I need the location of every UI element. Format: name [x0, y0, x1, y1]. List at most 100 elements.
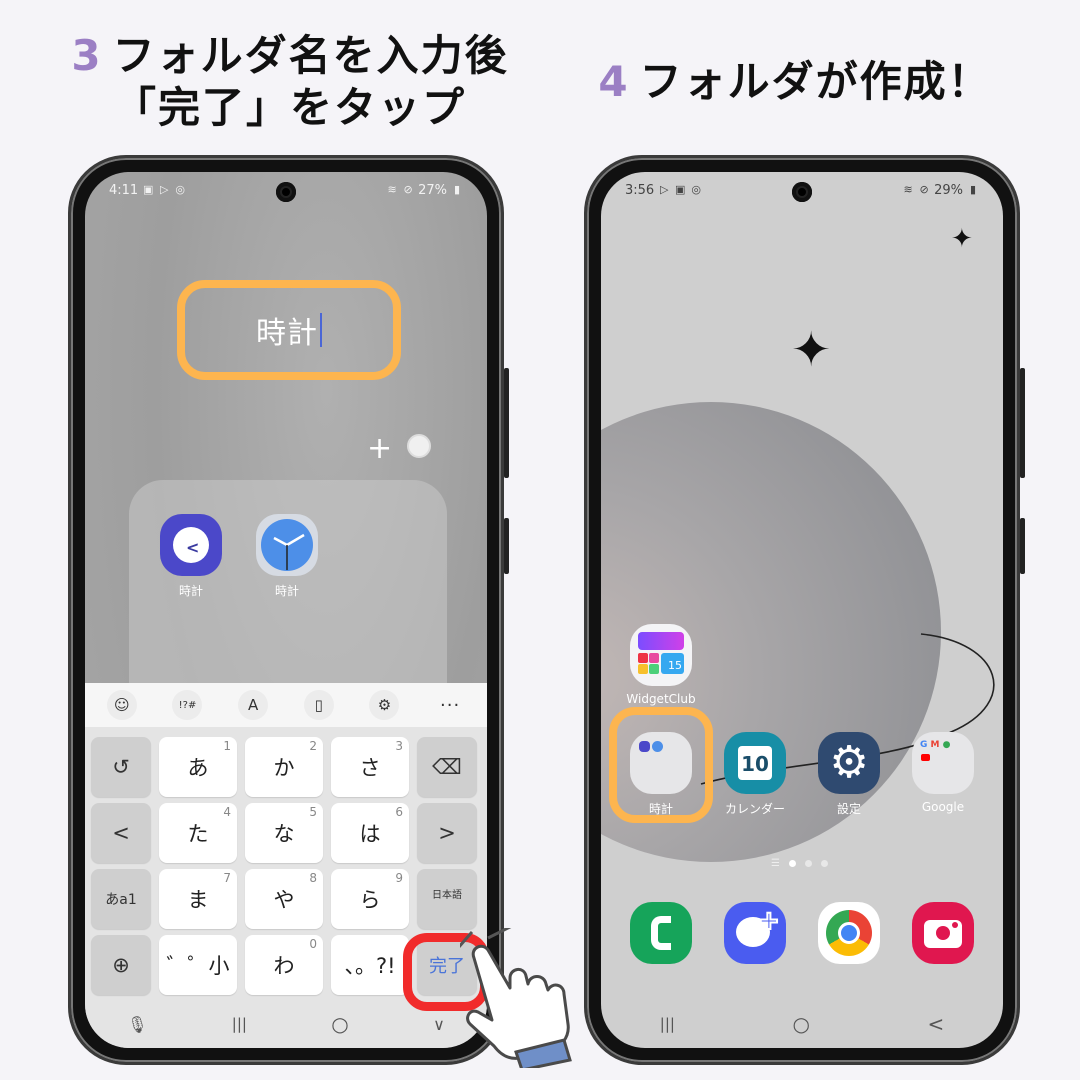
key-4[interactable]: た4: [159, 803, 237, 863]
samsung-clock-icon: <: [160, 514, 222, 576]
key-6[interactable]: は6: [331, 803, 409, 863]
status-bar: 3:56 ▷ ▣ ◎ ≋ ⊘ 29% ▮: [601, 178, 1003, 202]
app-calendar[interactable]: 10 カレンダー: [711, 732, 799, 817]
key-label: は: [359, 822, 381, 846]
status-bar: 4:11 ▣ ▷ ◎ ≋ ⊘ 27% ▮: [85, 178, 487, 202]
app-chrome[interactable]: [805, 902, 893, 964]
page-dot-home[interactable]: [788, 860, 796, 867]
language-key[interactable]: ⊕: [91, 935, 151, 995]
add-app-button[interactable]: +: [367, 434, 392, 464]
key-symbol[interactable]: 、。?!: [331, 935, 409, 995]
app-phone[interactable]: [617, 902, 705, 964]
battery-icon: ▮: [969, 183, 977, 196]
home-button[interactable]: ○: [331, 1012, 348, 1036]
app-label: カレンダー: [724, 802, 785, 816]
clipboard-icon[interactable]: ▯: [303, 690, 334, 720]
home-button[interactable]: ○: [792, 1012, 809, 1036]
power-button: [1020, 518, 1025, 574]
folder-clock[interactable]: 時計: [617, 732, 705, 817]
key-number: 1: [223, 739, 231, 753]
app-label: 設定: [836, 802, 861, 816]
key-label: や: [273, 888, 295, 912]
key-7[interactable]: ま7: [159, 869, 237, 929]
status-time: 4:11: [109, 182, 139, 198]
battery-icon: ▮: [453, 183, 461, 196]
app-google-clock[interactable]: 時計: [247, 514, 327, 599]
key-2[interactable]: か2: [245, 737, 323, 797]
recents-button[interactable]: |||: [660, 1015, 675, 1033]
key-label: ⊕: [112, 953, 130, 977]
mic-icon[interactable]: 🎙: [127, 1015, 147, 1034]
key-label: わ: [273, 954, 295, 978]
key-label: さ: [359, 756, 381, 780]
step-4-heading: 4 フォルダが作成！: [570, 56, 1020, 108]
widgetclub-icon: 15: [630, 624, 692, 686]
cursor-left-key[interactable]: <: [91, 803, 151, 863]
step-title-line2: 「完了」をタップ: [113, 83, 466, 132]
key-1[interactable]: あ1: [159, 737, 237, 797]
folder-name-input[interactable]: 時計: [177, 280, 401, 380]
folder-label: 時計: [648, 802, 673, 816]
emoji-icon[interactable]: ☺: [106, 690, 137, 720]
folder-google[interactable]: G M ● Google: [899, 732, 987, 814]
key-label: 日本語: [432, 889, 462, 901]
folder-icon: [630, 732, 692, 794]
volume-button: [1020, 368, 1025, 478]
step-number: 3: [71, 31, 103, 80]
page-dot[interactable]: [804, 860, 812, 867]
phone-left: 4:11 ▣ ▷ ◎ ≋ ⊘ 27% ▮ 時計 + < 時計 時計 ☺ !?# …: [68, 155, 509, 1065]
back-button[interactable]: <: [927, 1012, 944, 1036]
key-9[interactable]: ら9: [331, 869, 409, 929]
app-messages[interactable]: +: [711, 902, 799, 964]
cursor-right-key[interactable]: >: [417, 803, 477, 863]
app-label: WidgetClub: [626, 692, 696, 706]
battery-percent: 27%: [418, 182, 447, 198]
key-label: <: [112, 821, 130, 845]
key-number: 2: [309, 739, 317, 753]
settings-icon[interactable]: ⚙: [369, 690, 400, 720]
key-5[interactable]: な5: [245, 803, 323, 863]
app-settings[interactable]: ⚙ 設定: [805, 732, 893, 817]
play-store-icon: ▷: [659, 183, 669, 196]
step-number: 4: [598, 57, 630, 106]
page-dot[interactable]: [820, 860, 828, 867]
do-not-disturb-icon: ⊘: [919, 183, 929, 196]
app-widgetclub[interactable]: 15 WidgetClub: [617, 624, 705, 706]
key-label: ゛゜小: [166, 954, 230, 978]
mode-key[interactable]: あa1: [91, 869, 151, 929]
widgetclub-badge: 15: [661, 653, 684, 674]
backspace-key[interactable]: ⌫: [417, 737, 477, 797]
key-0[interactable]: わ0: [245, 935, 323, 995]
phone-icon: [630, 902, 692, 964]
hide-keyboard-button[interactable]: ∨: [433, 1015, 445, 1034]
status-time: 3:56: [625, 182, 655, 198]
more-icon[interactable]: ···: [435, 690, 465, 720]
keyboard-toolbar: ☺ !?# A ▯ ⚙ ···: [85, 683, 487, 727]
key-3[interactable]: さ3: [331, 737, 409, 797]
translate-icon[interactable]: A: [238, 690, 269, 720]
key-number: 4: [223, 805, 231, 819]
key-8[interactable]: や8: [245, 869, 323, 929]
google-folder-icon: G M ●: [912, 732, 974, 794]
key-symbol[interactable]: ゛゜小: [159, 935, 237, 995]
text-caret: [320, 313, 322, 347]
key-number: 9: [395, 871, 403, 885]
app-camera[interactable]: [899, 902, 987, 964]
recents-button[interactable]: |||: [232, 1015, 247, 1033]
key-label: >: [438, 821, 456, 845]
step-title-line1: フォルダ名を入力後: [112, 31, 509, 80]
space-key[interactable]: 日本語: [417, 869, 477, 929]
undo-key[interactable]: ↺: [91, 737, 151, 797]
symbols-icon[interactable]: !?#: [172, 690, 203, 720]
app-samsung-clock[interactable]: < 時計: [151, 514, 231, 599]
play-store-icon: ▷: [159, 183, 169, 196]
key-number: 8: [309, 871, 317, 885]
nav-bar: ||| ○ <: [601, 1000, 1003, 1048]
wifi-icon: ≋: [903, 183, 913, 196]
key-number: 5: [309, 805, 317, 819]
app-label: 時計: [178, 584, 203, 598]
screen-folder-rename: 4:11 ▣ ▷ ◎ ≋ ⊘ 27% ▮ 時計 + < 時計 時計 ☺ !?# …: [85, 172, 487, 1048]
calendar-date: 10: [738, 746, 772, 780]
folder-color-button[interactable]: [407, 434, 431, 458]
key-label: ↺: [112, 755, 130, 779]
